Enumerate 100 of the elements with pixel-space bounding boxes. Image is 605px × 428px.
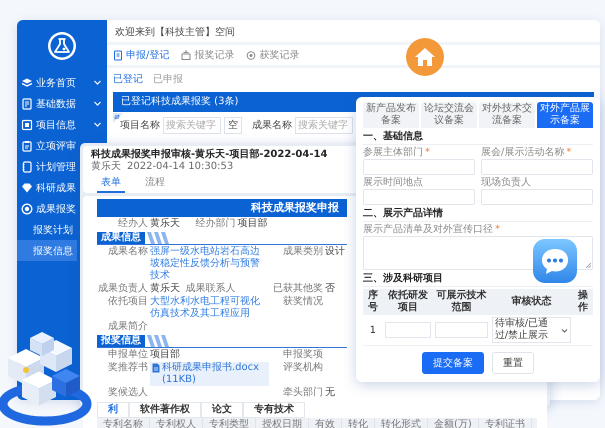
document-icon [21, 98, 33, 110]
field-label: 成果名称 [107, 246, 148, 259]
input-field[interactable] [363, 159, 475, 175]
stripes-icon [145, 232, 171, 244]
field-label: 奖候选人 [107, 387, 148, 399]
field-value: 项目部 [238, 218, 268, 230]
file-attachment[interactable]: 科研成果申报书.docx (11KB) [150, 362, 269, 386]
column-header: 可展示技术范围 [433, 289, 490, 315]
section-title: 一、基础信息 [363, 128, 593, 145]
field-label: 展示时间地点 [363, 177, 423, 189]
tab[interactable]: 论坛交流会议备案 [421, 102, 477, 128]
tab[interactable]: 新产品发布备案 [363, 102, 419, 128]
required-mark: * [425, 147, 430, 159]
tab[interactable]: 软件著作权 [129, 402, 201, 418]
field-label: 成果简介 [107, 321, 148, 333]
tab[interactable]: 已申报 [153, 72, 183, 86]
select-field[interactable]: 待审核/已通过/禁止展示 [492, 317, 572, 343]
notebook-icon [21, 160, 33, 172]
tab[interactable]: 论文 [201, 402, 243, 418]
sidebar-item[interactable]: 业务首页 [17, 72, 107, 93]
field-label: 展会/展示活动名称 [481, 147, 564, 159]
gem-icon [21, 182, 33, 194]
chevron-icon [93, 99, 102, 108]
author-name: 黄乐天 [91, 161, 121, 173]
tab[interactable]: 报奖记录 [181, 48, 234, 62]
input-field[interactable] [363, 189, 475, 205]
sidebar-item[interactable]: 立项评审 [17, 135, 78, 156]
table-cell: 1 [363, 315, 383, 346]
search-field[interactable]: 搜索关键字 [163, 116, 221, 134]
field-value: 黄乐天 [150, 218, 181, 230]
field-value: 黄乐天 [150, 283, 181, 295]
column-header: 操作 [573, 289, 593, 315]
clear-button[interactable]: 空 [224, 116, 242, 134]
field-label: 已获其他奖 [272, 283, 323, 295]
input-field[interactable] [481, 189, 593, 205]
input-field[interactable] [435, 322, 488, 338]
tab[interactable]: 对外产品展示备案 [537, 102, 593, 128]
column-header: 序号 [363, 289, 383, 315]
field-value: 项目部 [150, 349, 181, 361]
field-label: 奖推荐书 [107, 362, 148, 375]
input-field[interactable] [384, 322, 432, 338]
field-label: 成果联系人 [184, 283, 236, 295]
chat-icon [532, 238, 578, 284]
tab[interactable]: 表单 [97, 174, 125, 193]
field-value: 否 [325, 283, 336, 295]
field-value: 无 [325, 387, 336, 399]
column-header: 审核状态 [490, 289, 574, 315]
field-label: 获奖情况 [282, 296, 323, 309]
field-label: 参展主体部门 [363, 147, 423, 159]
section-title: 二、展示产品详情 [363, 205, 593, 222]
tab[interactable]: 对外技术交流备案 [479, 102, 535, 128]
tab[interactable]: 已登记 [113, 72, 143, 86]
reset-button[interactable]: 重置 [492, 352, 534, 374]
sidebar-item[interactable]: 计划管理 [17, 156, 78, 177]
form-banner: 科技成果报奖申报 [97, 199, 347, 217]
sidebar-item[interactable]: 项目信息 [17, 114, 107, 135]
submit-button[interactable]: 提交备案 [422, 352, 484, 374]
document-icon [113, 50, 123, 60]
welcome-text: 欢迎来到【科技主管】空间 [114, 26, 236, 40]
sidebar-item[interactable]: 报奖信息 [17, 240, 77, 261]
board-icon [21, 118, 33, 130]
tab[interactable]: 流程 [141, 174, 169, 193]
document-title: 科技成果报奖申报审核-黄乐天-项目部-2022-04-14 [91, 149, 328, 160]
tab[interactable]: 专有技术 [243, 402, 305, 418]
required-mark: * [566, 147, 572, 159]
stripes-icon [145, 334, 171, 346]
field-label: 依托项目 [107, 296, 148, 309]
resize-grip-icon [586, 263, 591, 268]
link[interactable]: 强屏一级水电站岩石高边坡稳定性反馈分析与预警技术 [150, 246, 269, 282]
sidebar-item[interactable]: 科研成果 [17, 177, 78, 198]
field-label: 牵头部门 [282, 387, 323, 399]
tab[interactable]: 获奖记录 [246, 48, 300, 62]
caret-icon [561, 326, 568, 334]
text-area[interactable] [363, 236, 593, 270]
field-label: 申报单位 [107, 349, 148, 361]
field-label: 经办部门 [194, 218, 236, 230]
field-label: 成果类别 [282, 246, 323, 259]
required-mark: * [495, 224, 500, 236]
clipboard-icon [21, 140, 33, 152]
tab[interactable]: 利 [97, 402, 129, 418]
field-label: 成果名称 [252, 118, 292, 132]
input-field[interactable] [481, 159, 593, 175]
field-label: 项目名称 [120, 119, 160, 132]
column-header: 依托研发项目 [382, 289, 434, 315]
section-title: 成果信息 [97, 232, 145, 244]
field-label: 经办人 [117, 218, 148, 230]
sidebar-item[interactable]: 基础数据 [17, 93, 107, 114]
tab[interactable]: 申报/登记 [113, 48, 170, 62]
flask-logo-icon [47, 31, 77, 61]
field-label: 成果负责人 [97, 283, 148, 295]
badge-icon [21, 202, 33, 214]
section-title: 报奖信息 [97, 334, 145, 346]
link[interactable]: 大型水利水电工程可视化仿真技术及其工程应用 [150, 296, 269, 320]
layers-icon [21, 76, 33, 88]
sidebar-item[interactable]: 报奖计划 [17, 219, 77, 240]
sidebar-item[interactable]: 成果报奖 [17, 198, 78, 219]
search-field[interactable]: 搜索关键字 [295, 116, 353, 134]
document-icon [152, 363, 160, 373]
chevron-icon [93, 120, 102, 129]
field-label: 评奖机构 [282, 362, 323, 375]
